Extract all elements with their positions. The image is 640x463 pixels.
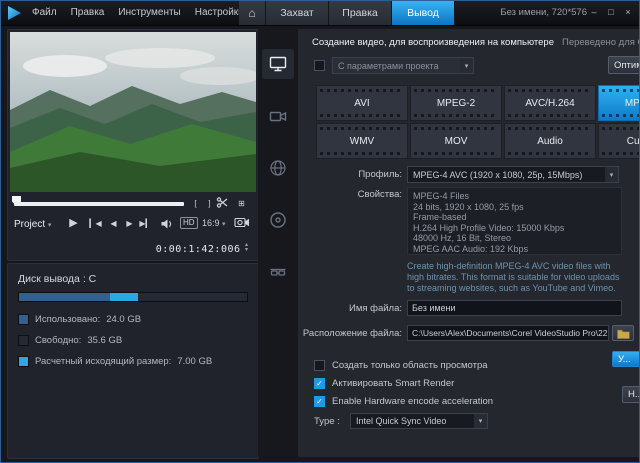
app-logo-icon xyxy=(6,4,24,22)
legend-free-swatch xyxy=(18,335,29,346)
split-clip-icon[interactable] xyxy=(216,196,231,211)
mark-out-button[interactable]: ] xyxy=(202,196,217,211)
side-action-button[interactable]: У... xyxy=(612,351,640,367)
minimize-icon[interactable]: – xyxy=(587,6,601,20)
volume-icon[interactable] xyxy=(160,218,174,230)
format-mpeg2-button[interactable]: MPEG-2 xyxy=(410,85,502,121)
tab-capture[interactable]: Захват xyxy=(266,1,329,25)
menubar: Файл Правка Инструменты Настройки xyxy=(25,1,251,25)
same-as-project-dropdown[interactable]: С параметрами проекта ▾ xyxy=(332,57,474,74)
disk-output-segment xyxy=(110,293,137,301)
format-avc-h264-button[interactable]: AVC/H.264 xyxy=(504,85,596,121)
mark-in-button[interactable]: [ xyxy=(188,196,203,211)
home-icon: ⌂ xyxy=(248,6,255,20)
tab-share[interactable]: Вывод xyxy=(392,1,455,25)
play-button[interactable]: ▶ xyxy=(66,214,81,232)
check-icon: ✓ xyxy=(316,397,323,406)
menu-file[interactable]: Файл xyxy=(25,1,64,25)
legend-output-swatch xyxy=(18,356,29,367)
app-window: Файл Правка Инструменты Настройки ⌂ Захв… xyxy=(0,0,640,463)
check-icon: ✓ xyxy=(316,379,323,388)
filename-input[interactable]: Без имени xyxy=(407,300,622,316)
encoder-type-dropdown[interactable]: Intel Quick Sync Video ▾ xyxy=(350,413,488,429)
video-preview xyxy=(10,32,256,192)
format-audio-button[interactable]: Audio xyxy=(504,123,596,159)
workspace-tabs: ⌂ Захват Правка Вывод xyxy=(239,1,455,25)
tab-edit[interactable]: Правка xyxy=(329,1,392,25)
chevron-down-icon: ▾ xyxy=(48,222,52,229)
menu-edit[interactable]: Правка xyxy=(64,1,112,25)
close-icon[interactable]: × xyxy=(621,6,635,20)
filename-label: Имя файла: xyxy=(300,303,402,314)
share-target-toolbar xyxy=(258,29,298,457)
snapshot-icon[interactable] xyxy=(234,216,250,229)
target-computer-button[interactable] xyxy=(262,49,294,79)
legend-output: Расчетный исходящий размер:7.00 GB xyxy=(18,356,212,367)
menu-tools[interactable]: Инструменты xyxy=(111,1,187,25)
location-label: Расположение файла: xyxy=(300,328,402,339)
tab-home[interactable]: ⌂ xyxy=(239,1,266,25)
chevron-down-icon: ▾ xyxy=(605,167,618,182)
properties-box: MPEG-4 Files 24 bits, 1920 x 1080, 25 fp… xyxy=(407,187,622,255)
disk-used-segment xyxy=(19,293,110,301)
target-disc-button[interactable] xyxy=(262,205,294,235)
prev-frame-button[interactable]: ◀ xyxy=(106,216,121,231)
enlarge-preview-icon[interactable]: ⊞ xyxy=(234,196,249,211)
disk-panel-title: Диск вывода : C xyxy=(18,273,96,285)
preview-panel: [ ] ⊞ Project ▾ ▶ ▎◀ ◀ ▶ ▶▎ HD 16:9 ▾ xyxy=(7,29,259,261)
trim-track[interactable] xyxy=(14,202,184,206)
format-wmv-button[interactable]: WMV xyxy=(316,123,408,159)
folder-icon xyxy=(616,328,630,339)
optimizer-button[interactable]: Оптим... xyxy=(608,56,640,74)
smart-render-label: Активировать Smart Render xyxy=(332,378,454,389)
translator-note: Переведено для CWE xyxy=(562,37,640,48)
legend-used: Использовано:24.0 GB xyxy=(18,314,141,325)
project-mode-dropdown[interactable]: Project ▾ xyxy=(14,219,51,230)
hd-preview-toggle[interactable]: HD xyxy=(180,217,198,229)
chevron-down-icon: ▾ xyxy=(222,221,226,228)
same-as-project-checkbox[interactable] xyxy=(314,60,325,71)
target-3d-button[interactable] xyxy=(262,257,294,287)
target-web-button[interactable] xyxy=(262,153,294,183)
encoder-type-label: Type : xyxy=(314,416,340,427)
page-title: Создание видео, для воспроизведения на к… xyxy=(312,37,640,48)
format-mov-button[interactable]: MOV xyxy=(410,123,502,159)
hardware-encode-label: Enable Hardware encode acceleration xyxy=(332,396,493,407)
aspect-ratio-dropdown[interactable]: 16:9 ▾ xyxy=(202,218,226,228)
target-device-button[interactable] xyxy=(262,101,294,131)
chevron-down-icon: ▾ xyxy=(460,58,473,73)
output-disk-panel: Диск вывода : C Использовано:24.0 GB Сво… xyxy=(7,263,259,459)
properties-label: Свойства: xyxy=(300,189,402,200)
legend-free: Свободно:35.6 GB xyxy=(18,335,122,346)
smart-render-checkbox[interactable]: ✓ xyxy=(314,378,325,389)
hardware-encode-checkbox[interactable]: ✓ xyxy=(314,396,325,407)
format-description: Create high-definition MPEG-4 AVC video … xyxy=(407,261,627,294)
browse-folder-button[interactable] xyxy=(612,325,634,341)
start-button[interactable]: Н... xyxy=(622,386,640,403)
titlebar: Файл Правка Инструменты Настройки ⌂ Захв… xyxy=(1,1,639,26)
go-start-button[interactable]: ▎◀ xyxy=(88,216,103,231)
share-settings-panel: Создание видео, для воспроизведения на к… xyxy=(298,29,640,457)
preview-range-only-label: Создать только область просмотра xyxy=(332,360,488,371)
window-controls: – □ × xyxy=(587,1,635,25)
chevron-down-icon: ▾ xyxy=(474,414,487,428)
profile-label: Профиль: xyxy=(300,169,402,180)
format-avi-button[interactable]: AVI xyxy=(316,85,408,121)
go-end-button[interactable]: ▶▎ xyxy=(138,216,153,231)
format-custom-button[interactable]: Custom xyxy=(598,123,640,159)
location-input[interactable]: C:\Users\Alex\Documents\Corel VideoStudi… xyxy=(407,325,609,341)
project-info: Без имени, 720*576 xyxy=(500,1,587,25)
next-frame-button[interactable]: ▶ xyxy=(122,216,137,231)
disk-usage-bar xyxy=(18,292,248,302)
profile-dropdown[interactable]: MPEG-4 AVC (1920 x 1080, 25p, 15Mbps) ▾ xyxy=(407,166,619,183)
preview-range-only-checkbox[interactable] xyxy=(314,360,325,371)
format-mpeg4-button[interactable]: MPEG-4 xyxy=(598,85,640,121)
maximize-icon[interactable]: □ xyxy=(604,6,618,20)
legend-used-swatch xyxy=(18,314,29,325)
timecode-display[interactable]: 0:00:1:42:006 ▴▾ xyxy=(156,239,248,257)
